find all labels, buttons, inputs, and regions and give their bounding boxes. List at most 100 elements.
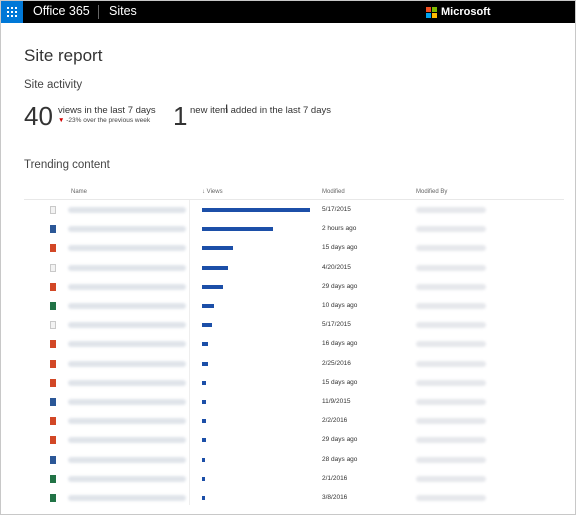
word-file-icon [50, 225, 56, 234]
file-name-link[interactable] [68, 322, 186, 329]
ppt-file-icon [50, 340, 56, 349]
microsoft-logo-icon [426, 6, 437, 18]
modified-date: 11/9/2015 [322, 398, 351, 405]
modified-date: 29 days ago [322, 282, 358, 290]
modified-by-link[interactable] [416, 360, 486, 367]
modified-date: 10 days ago [322, 302, 358, 309]
file-name-link[interactable] [68, 495, 186, 501]
file-name-link[interactable] [68, 264, 186, 271]
modified-date: 2/1/2016 [322, 474, 348, 482]
views-bar [202, 400, 207, 404]
modified-date: 16 days ago [322, 340, 358, 348]
views-bar [202, 342, 209, 347]
table-row[interactable]: 29 days ago [24, 278, 564, 297]
doc-file-icon [50, 263, 56, 272]
views-bar [202, 246, 234, 251]
modified-by-link[interactable] [416, 283, 486, 290]
modified-date: 28 days ago [322, 455, 358, 463]
modified-by-link[interactable] [416, 379, 486, 386]
modified-date: 3/8/2016 [322, 494, 348, 501]
table-row[interactable]: 2/25/2016 [24, 355, 564, 374]
views-bar [202, 304, 214, 308]
file-name-link[interactable] [68, 475, 186, 482]
file-name-link[interactable] [68, 399, 186, 405]
table-row[interactable]: 2 hours ago [24, 220, 564, 239]
table-row[interactable]: 28 days ago [24, 451, 564, 470]
modified-by-link[interactable] [416, 475, 486, 482]
column-header-views[interactable]: ↓ Views [202, 189, 223, 195]
column-header-modified-by[interactable]: Modified By [416, 189, 447, 195]
ppt-file-icon [50, 436, 56, 445]
table-row[interactable]: 29 days ago [24, 431, 564, 450]
ppt-file-icon [50, 378, 56, 387]
sort-down-icon: ↓ [202, 189, 205, 195]
modified-by-link[interactable] [416, 303, 486, 309]
file-name-link[interactable] [68, 303, 186, 309]
suite-bar: Office 365 Sites Microsoft [1, 1, 575, 23]
table-row[interactable]: 5/17/2015 [24, 201, 564, 220]
modified-by-link[interactable] [416, 418, 486, 425]
views-change: ▼ -23% over the previous week [58, 117, 150, 124]
app-frame: Office 365 Sites Microsoft Site report S… [0, 0, 576, 515]
views-bar [202, 476, 205, 481]
table-row[interactable]: 2/1/2016 [24, 470, 564, 489]
modified-date: 2/25/2016 [322, 359, 351, 367]
table-row[interactable]: 11/9/2015 [24, 393, 564, 412]
file-name-link[interactable] [68, 437, 186, 444]
divider [98, 5, 99, 19]
ppt-file-icon [50, 282, 56, 291]
trending-content-heading: Trending content [24, 159, 110, 171]
app-launcher-button[interactable] [1, 1, 23, 23]
file-name-link[interactable] [68, 341, 186, 348]
modified-by-link[interactable] [416, 245, 486, 252]
app-name-link[interactable]: Office 365 [33, 4, 90, 18]
file-name-link[interactable] [68, 379, 186, 386]
header-divider [24, 199, 564, 200]
views-bar [202, 457, 206, 462]
excel-file-icon [50, 474, 56, 483]
sites-link[interactable]: Sites [109, 4, 137, 18]
file-name-link[interactable] [68, 456, 186, 463]
table-row[interactable]: 2/2/2016 [24, 412, 564, 431]
views-bar [202, 438, 207, 443]
table-row[interactable]: 15 days ago [24, 374, 564, 393]
modified-by-link[interactable] [416, 322, 486, 329]
table-row[interactable]: 3/8/2016 [24, 489, 564, 508]
views-bar [202, 208, 310, 212]
file-name-link[interactable] [68, 245, 186, 252]
modified-date: 2/2/2016 [322, 417, 348, 425]
column-header-name[interactable]: Name [71, 189, 87, 195]
modified-by-link[interactable] [416, 437, 486, 444]
text-cursor-icon: I [225, 102, 229, 116]
file-name-link[interactable] [68, 226, 186, 233]
table-row[interactable]: 15 days ago [24, 239, 564, 258]
column-header-modified[interactable]: Modified [322, 189, 345, 195]
views-bar [202, 227, 274, 232]
file-name-link[interactable] [68, 360, 186, 367]
modified-date: 5/17/2015 [322, 206, 351, 213]
modified-by-link[interactable] [416, 226, 486, 233]
views-bar [202, 380, 207, 385]
file-name-link[interactable] [68, 283, 186, 290]
doc-file-icon [50, 321, 56, 330]
table-row[interactable]: 5/17/2015 [24, 316, 564, 335]
modified-date: 15 days ago [322, 378, 358, 386]
waffle-icon [7, 7, 17, 17]
modified-by-link[interactable] [416, 399, 486, 405]
modified-date: 4/20/2015 [322, 263, 351, 271]
modified-by-link[interactable] [416, 341, 486, 348]
table-row[interactable]: 4/20/2015 [24, 259, 564, 278]
modified-by-link[interactable] [416, 456, 486, 463]
table-row[interactable]: 16 days ago [24, 335, 564, 354]
file-name-link[interactable] [68, 207, 186, 213]
file-name-link[interactable] [68, 418, 186, 425]
ppt-file-icon [50, 244, 56, 253]
modified-date: 15 days ago [322, 244, 358, 252]
modified-by-link[interactable] [416, 207, 486, 213]
table-row[interactable]: 10 days ago [24, 297, 564, 316]
new-items-count: 1 [173, 101, 188, 131]
page-title: Site report [24, 46, 103, 65]
modified-date: 5/17/2015 [322, 321, 351, 329]
modified-by-link[interactable] [416, 264, 486, 271]
modified-by-link[interactable] [416, 495, 486, 501]
